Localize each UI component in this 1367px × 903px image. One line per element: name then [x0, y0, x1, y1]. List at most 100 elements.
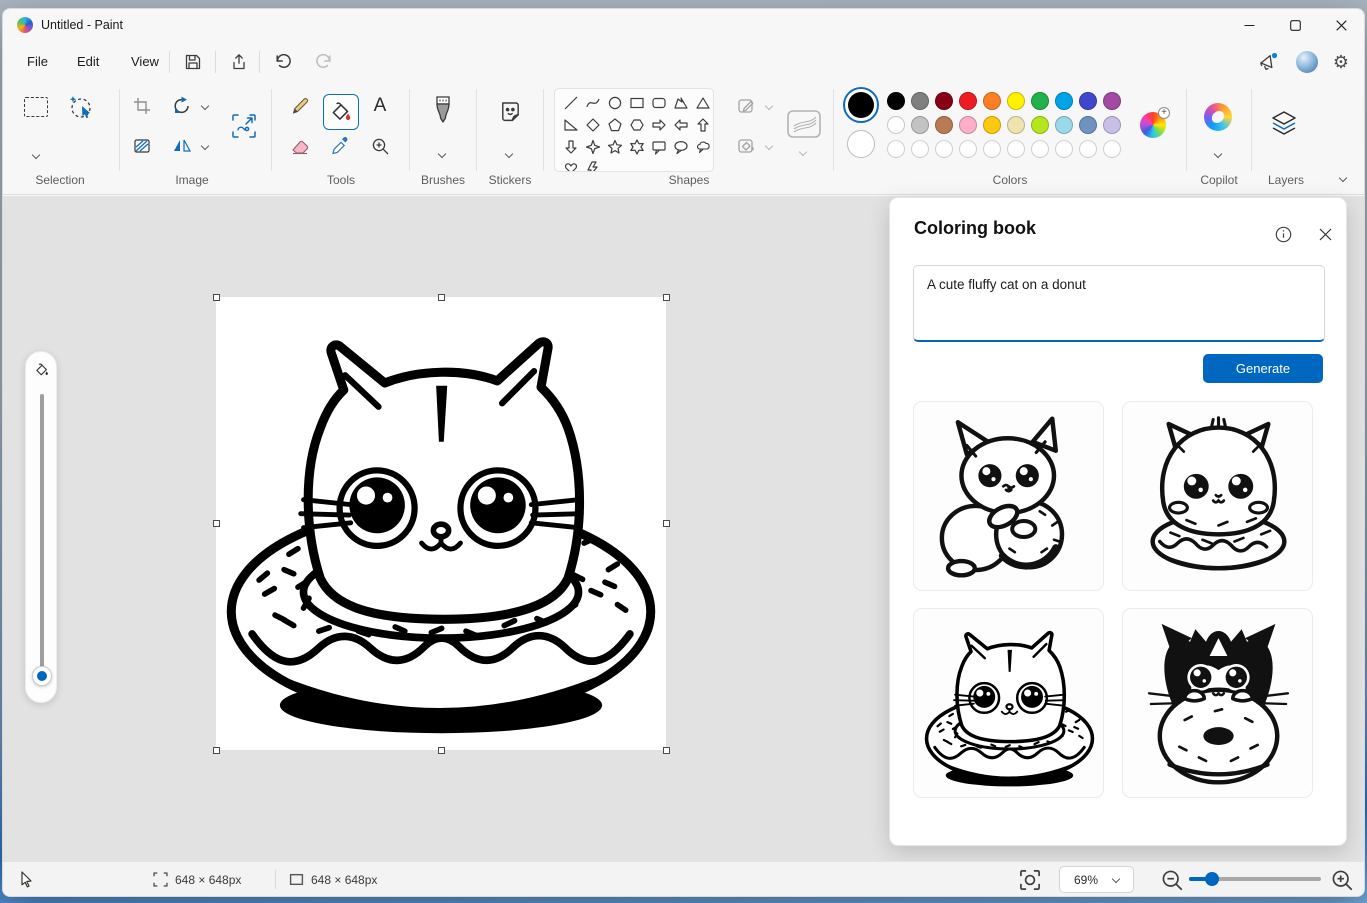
- zoom-in-button[interactable]: [1329, 867, 1355, 893]
- result-thumbnail-4[interactable]: [1122, 608, 1313, 798]
- selection-handle-nw[interactable]: [213, 294, 220, 301]
- shape-rounded-rectangle-icon[interactable]: [648, 92, 670, 114]
- palette-color[interactable]: [911, 116, 929, 134]
- zoom-level-dropdown[interactable]: 69%: [1059, 866, 1134, 893]
- custom-color-slot[interactable]: [1079, 140, 1097, 158]
- custom-color-slot[interactable]: [935, 140, 953, 158]
- slider-thumb[interactable]: [32, 666, 52, 686]
- menu-edit[interactable]: Edit: [65, 47, 111, 75]
- drawing-canvas[interactable]: [216, 297, 666, 750]
- stickers-button[interactable]: [495, 97, 525, 127]
- selection-handle-w[interactable]: [213, 520, 220, 527]
- selection-handle-n[interactable]: [438, 294, 445, 301]
- brushes-chevron-icon[interactable]: [438, 150, 446, 158]
- shape-lightning-icon[interactable]: [582, 158, 604, 172]
- pencil-tool[interactable]: [287, 93, 313, 119]
- shape-style-gallery[interactable]: [785, 107, 823, 141]
- shape-curve-icon[interactable]: [582, 92, 604, 114]
- shape-down-arrow-icon[interactable]: [560, 136, 582, 158]
- rotate-tool[interactable]: [169, 93, 195, 119]
- shape-five-point-star-icon[interactable]: [604, 136, 626, 158]
- shape-up-arrow-icon[interactable]: [692, 114, 714, 136]
- result-thumbnail-1[interactable]: [913, 401, 1104, 591]
- custom-color-slot[interactable]: [1055, 140, 1073, 158]
- custom-color-slot[interactable]: [1103, 140, 1121, 158]
- custom-color-slot[interactable]: [911, 140, 929, 158]
- custom-color-slot[interactable]: [959, 140, 977, 158]
- palette-color[interactable]: [983, 116, 1001, 134]
- menu-view[interactable]: View: [119, 47, 171, 75]
- custom-color-slot[interactable]: [983, 140, 1001, 158]
- outline-chevron-icon[interactable]: [765, 102, 773, 110]
- color2-swatch[interactable]: [847, 130, 875, 158]
- resize-image-tool[interactable]: [229, 111, 259, 141]
- shape-diamond-icon[interactable]: [582, 114, 604, 136]
- crop-tool[interactable]: [129, 93, 155, 119]
- palette-color[interactable]: [1007, 92, 1025, 110]
- zoom-slider-thumb[interactable]: [1205, 872, 1219, 886]
- shape-heart-icon[interactable]: [560, 158, 582, 172]
- palette-color[interactable]: [911, 92, 929, 110]
- text-tool[interactable]: A: [367, 93, 393, 119]
- palette-color[interactable]: [1031, 116, 1049, 134]
- zoom-out-button[interactable]: [1159, 867, 1185, 893]
- shape-right-triangle-icon[interactable]: [560, 114, 582, 136]
- settings-gear-icon[interactable]: ⚙: [1327, 49, 1355, 75]
- shape-outline-button[interactable]: [734, 93, 760, 119]
- shape-right-arrow-icon[interactable]: [648, 114, 670, 136]
- close-button[interactable]: [1318, 9, 1364, 41]
- redo-button[interactable]: [309, 49, 337, 75]
- custom-color-slot[interactable]: [1031, 140, 1049, 158]
- fill-chevron-icon[interactable]: [765, 142, 773, 150]
- palette-color[interactable]: [887, 116, 905, 134]
- shape-hexagon-icon[interactable]: [626, 114, 648, 136]
- rotate-chevron-icon[interactable]: [201, 102, 209, 110]
- shape-rectangle-icon[interactable]: [626, 92, 648, 114]
- result-thumbnail-2[interactable]: [1122, 401, 1313, 591]
- selection-handle-s[interactable]: [438, 747, 445, 754]
- smart-select-tool[interactable]: [67, 93, 95, 121]
- magnifier-tool[interactable]: [367, 133, 393, 159]
- shape-oval-callout-icon[interactable]: [670, 136, 692, 158]
- palette-color[interactable]: [959, 92, 977, 110]
- palette-color[interactable]: [983, 92, 1001, 110]
- panel-close-icon[interactable]: [1310, 219, 1340, 249]
- palette-color[interactable]: [887, 92, 905, 110]
- palette-color[interactable]: [935, 116, 953, 134]
- copilot-button[interactable]: [1204, 103, 1232, 131]
- palette-color[interactable]: [1079, 92, 1097, 110]
- flip-tool[interactable]: [169, 133, 195, 159]
- result-thumbnail-3[interactable]: [913, 608, 1104, 798]
- shape-six-point-star-icon[interactable]: [626, 136, 648, 158]
- shape-polygon-icon[interactable]: [670, 92, 692, 114]
- flip-chevron-icon[interactable]: [201, 142, 209, 150]
- color-picker-tool[interactable]: [327, 133, 353, 159]
- slider-track[interactable]: [40, 394, 44, 672]
- palette-color[interactable]: [935, 92, 953, 110]
- remove-background-tool[interactable]: [129, 133, 155, 159]
- selection-handle-ne[interactable]: [663, 294, 670, 301]
- palette-color[interactable]: [959, 116, 977, 134]
- shape-line-icon[interactable]: [560, 92, 582, 114]
- shape-rectangular-callout-icon[interactable]: [648, 136, 670, 158]
- announcements-icon[interactable]: [1255, 49, 1283, 75]
- shape-pentagon-icon[interactable]: [604, 114, 626, 136]
- selection-chevron-icon[interactable]: [32, 151, 40, 159]
- shape-left-arrow-icon[interactable]: [670, 114, 692, 136]
- info-icon[interactable]: [1268, 219, 1298, 249]
- custom-color-slot[interactable]: [887, 140, 905, 158]
- save-button[interactable]: [179, 49, 207, 75]
- palette-color[interactable]: [1079, 116, 1097, 134]
- palette-color[interactable]: [1055, 116, 1073, 134]
- selection-handle-e[interactable]: [663, 520, 670, 527]
- share-button[interactable]: [225, 49, 253, 75]
- custom-color-slot[interactable]: [1007, 140, 1025, 158]
- palette-color[interactable]: [1031, 92, 1049, 110]
- shape-fill-button[interactable]: [734, 133, 760, 159]
- ribbon-collapse-chevron-icon[interactable]: [1339, 174, 1347, 182]
- selection-handle-se[interactable]: [663, 747, 670, 754]
- shapes-gallery[interactable]: [554, 88, 714, 172]
- account-avatar[interactable]: [1293, 49, 1321, 75]
- prompt-input[interactable]: A cute fluffy cat on a donut: [913, 265, 1325, 342]
- copilot-chevron-icon[interactable]: [1214, 150, 1222, 158]
